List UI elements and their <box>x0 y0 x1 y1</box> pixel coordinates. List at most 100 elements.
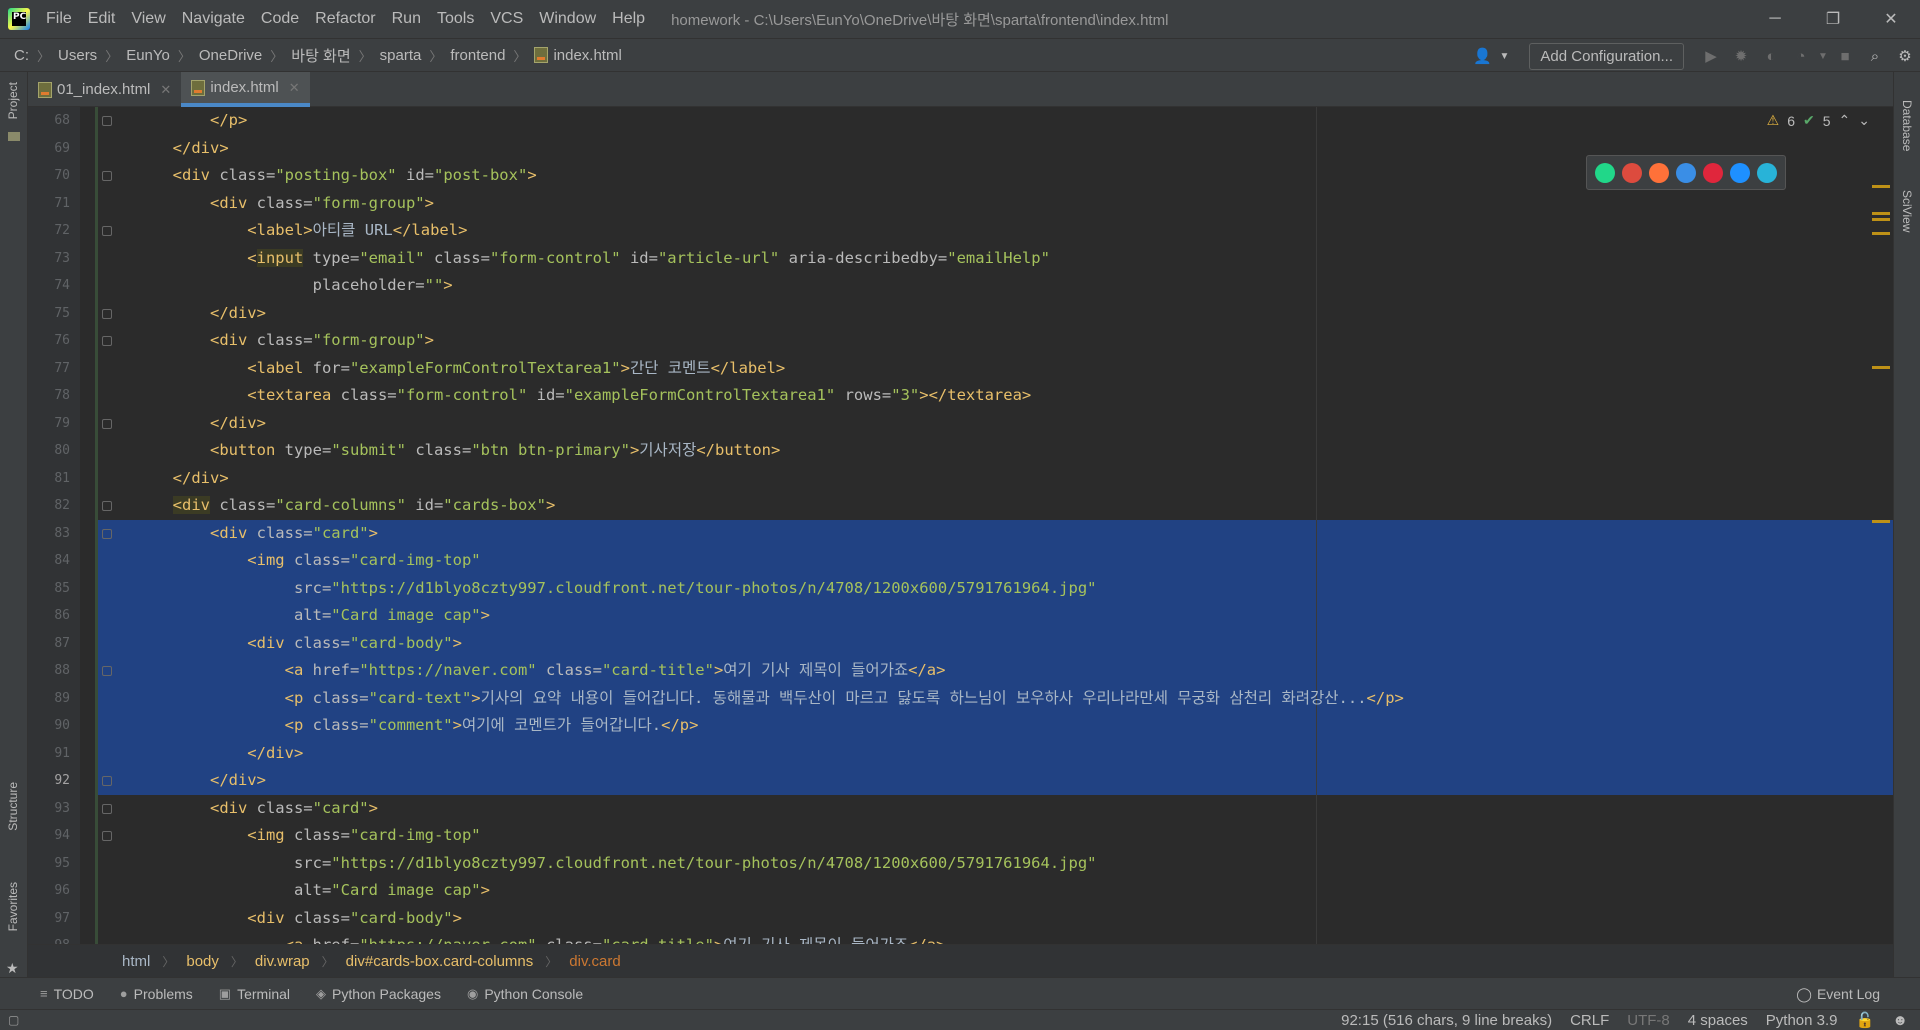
terminal-tool-button[interactable]: ▣ Terminal <box>219 986 290 1002</box>
code-line[interactable]: <div class="form-group"> <box>98 327 1893 355</box>
menu-window[interactable]: Window <box>531 10 604 28</box>
indent-setting[interactable]: 4 spaces <box>1688 1012 1748 1029</box>
chevron-down-icon[interactable]: ▼ <box>1497 51 1511 62</box>
opera-icon[interactable] <box>1703 162 1724 183</box>
code-line[interactable]: alt="Card image cap"> <box>98 602 1893 630</box>
stripe-mark[interactable] <box>1872 218 1890 221</box>
debug-icon[interactable]: ✹ <box>1726 47 1756 65</box>
pycharm-icon[interactable] <box>1594 162 1615 183</box>
inspection-widget[interactable]: ⚠ 6 ✔ 5 ⌃ ⌄ <box>1767 112 1870 129</box>
code-line[interactable]: <label>아티클 URL</label> <box>98 217 1893 245</box>
search-icon[interactable]: ⌕ <box>1860 48 1890 65</box>
pycharm-logo-icon[interactable]: PC <box>8 8 30 30</box>
safari-icon[interactable] <box>1675 162 1696 183</box>
structure-tool-tab[interactable]: Structure <box>6 782 20 831</box>
breadcrumb-item[interactable]: index.html <box>534 47 622 64</box>
file-encoding[interactable]: UTF-8 <box>1627 1012 1670 1029</box>
menu-navigate[interactable]: Navigate <box>174 10 253 28</box>
menu-code[interactable]: Code <box>253 10 307 28</box>
favorites-tool-tab[interactable]: Favorites <box>6 882 20 931</box>
menu-help[interactable]: Help <box>604 10 653 28</box>
breadcrumb-item[interactable]: 바탕 화면 <box>291 45 350 66</box>
coverage-icon[interactable]: ◐ <box>1756 48 1786 65</box>
stripe-mark[interactable] <box>1872 366 1890 369</box>
code-line[interactable]: alt="Card image cap"> <box>98 877 1893 905</box>
firefox-icon[interactable] <box>1648 162 1669 183</box>
code-line[interactable]: </div> <box>98 300 1893 328</box>
project-tool-tab[interactable]: Project <box>6 82 20 119</box>
code-line[interactable]: </div> <box>98 465 1893 493</box>
structure-crumb[interactable]: div.card <box>569 953 620 970</box>
code-line[interactable]: src="https://d1blyo8czty997.cloudfront.n… <box>98 850 1893 878</box>
chrome-icon[interactable] <box>1621 162 1642 183</box>
run-icon[interactable]: ▶ <box>1696 47 1726 65</box>
ie-icon[interactable] <box>1730 162 1751 183</box>
code-line[interactable]: <div class="card-body"> <box>98 905 1893 933</box>
inspector-icon[interactable]: ☻ <box>1892 1012 1908 1029</box>
code-line[interactable]: <p class="card-text">기사의 요약 내용이 들어갑니다. 동… <box>98 684 1893 712</box>
tab-01-index-html[interactable]: 01_index.html ✕ <box>28 72 181 107</box>
code-line[interactable]: <button type="submit" class="btn btn-pri… <box>98 437 1893 465</box>
sciview-tool-tab[interactable]: SciView <box>1900 190 1914 232</box>
stripe-mark[interactable] <box>1872 520 1890 523</box>
todo-tool-button[interactable]: ≡ TODO <box>40 986 94 1002</box>
close-icon[interactable]: ✕ <box>160 82 171 98</box>
code-line[interactable]: <p class="comment">여기에 코멘트가 들어갑니다.</p> <box>98 712 1893 740</box>
stripe-mark[interactable] <box>1872 185 1890 188</box>
menu-refactor[interactable]: Refactor <box>307 10 383 28</box>
code-line[interactable]: <img class="card-img-top" <box>98 547 1893 575</box>
stripe-mark[interactable] <box>1872 212 1890 215</box>
menu-edit[interactable]: Edit <box>80 10 124 28</box>
profile-icon[interactable]: ◔ <box>1786 48 1816 65</box>
code-line[interactable]: <img class="card-img-top" <box>98 822 1893 850</box>
next-highlight-icon[interactable]: ⌄ <box>1858 112 1870 129</box>
breadcrumb-item[interactable]: sparta <box>380 47 422 64</box>
python-interpreter[interactable]: Python 3.9 <box>1766 1012 1838 1029</box>
problems-tool-button[interactable]: ● Problems <box>120 986 193 1002</box>
close-icon[interactable]: ✕ <box>289 80 300 96</box>
code-line[interactable]: placeholder=""> <box>98 272 1893 300</box>
code-line[interactable]: </p> <box>98 107 1893 135</box>
stop-icon[interactable]: ■ <box>1830 48 1860 65</box>
minimize-icon[interactable]: ─ <box>1746 0 1804 38</box>
breadcrumb-item[interactable]: frontend <box>450 47 505 64</box>
python-packages-tool-button[interactable]: ◈ Python Packages <box>316 986 441 1002</box>
code-line[interactable]: <a href="https://naver.com" class="card-… <box>98 657 1893 685</box>
menu-run[interactable]: Run <box>384 10 429 28</box>
structure-crumb[interactable]: body <box>186 953 219 970</box>
settings-icon[interactable]: ⚙ <box>1890 47 1920 65</box>
structure-crumb[interactable]: div#cards-box.card-columns <box>346 953 534 970</box>
user-icon[interactable]: 👤 <box>1467 47 1497 65</box>
more-run-icon[interactable]: ▼ <box>1816 51 1830 62</box>
edge-icon[interactable] <box>1757 162 1778 183</box>
code-line[interactable]: </div> <box>98 410 1893 438</box>
menu-vcs[interactable]: VCS <box>482 10 531 28</box>
layout-icon[interactable]: ▢ <box>8 1013 19 1027</box>
lock-icon[interactable]: 🔓 <box>1856 1011 1875 1029</box>
code-line[interactable]: <div class="card-body"> <box>98 629 1893 657</box>
close-icon[interactable]: ✕ <box>1862 0 1920 38</box>
code-line[interactable]: <div class="card-columns" id="cards-box"… <box>98 492 1893 520</box>
code-editor[interactable]: </p> </div> <div class="posting-box" id=… <box>98 107 1893 944</box>
breadcrumb-item[interactable]: Users <box>58 47 97 64</box>
code-line[interactable]: <label for="exampleFormControlTextarea1"… <box>98 355 1893 383</box>
menu-tools[interactable]: Tools <box>429 10 482 28</box>
menu-view[interactable]: View <box>123 10 173 28</box>
tab-index-html[interactable]: index.html ✕ <box>181 72 310 107</box>
prev-highlight-icon[interactable]: ⌃ <box>1839 112 1851 129</box>
stripe-mark[interactable] <box>1872 232 1890 235</box>
database-tool-tab[interactable]: Database <box>1900 100 1914 151</box>
breadcrumb-item[interactable]: C: <box>14 47 29 64</box>
event-log-button[interactable]: ◯ Event Log <box>1796 978 1880 1010</box>
code-line[interactable]: </div> <box>98 767 1893 795</box>
menu-file[interactable]: File <box>38 10 80 28</box>
structure-crumb[interactable]: html <box>122 953 150 970</box>
code-line[interactable]: <div class="card"> <box>98 519 1893 547</box>
python-console-tool-button[interactable]: ◉ Python Console <box>467 986 583 1002</box>
code-line[interactable]: src="https://d1blyo8czty997.cloudfront.n… <box>98 574 1893 602</box>
code-line[interactable]: <a href="https://naver.com" class="card-… <box>98 932 1893 944</box>
restore-icon[interactable]: ❐ <box>1804 0 1862 38</box>
line-separator[interactable]: CRLF <box>1570 1012 1609 1029</box>
code-line[interactable]: <div class="form-group"> <box>98 190 1893 218</box>
code-line[interactable]: <textarea class="form-control" id="examp… <box>98 382 1893 410</box>
